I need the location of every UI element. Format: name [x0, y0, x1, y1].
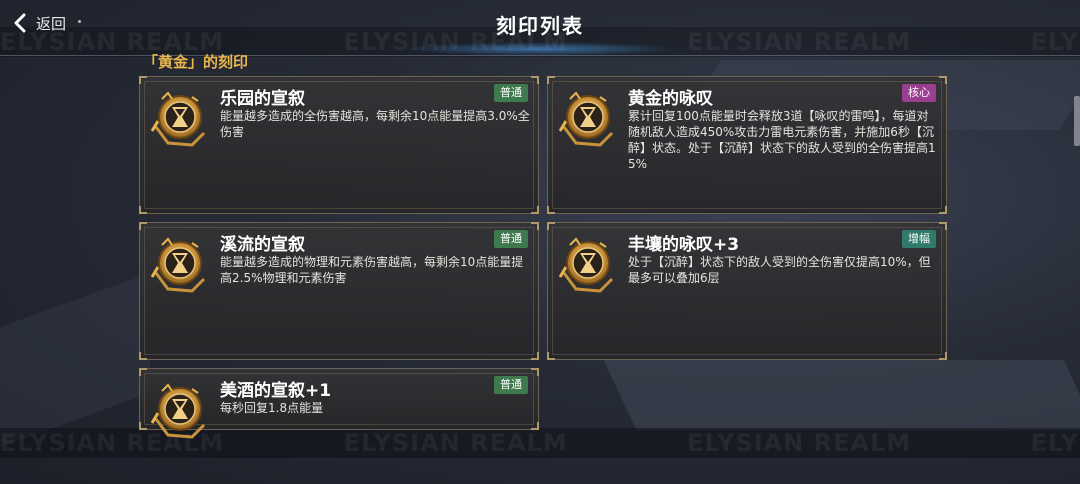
stigma-description: 每秒回复1.8点能量 — [220, 401, 324, 415]
stigma-card[interactable]: 乐园的宣叙 普通 能量越多造成的全伤害越高，每剩余10点能量提高3.0%全伤害 — [139, 76, 539, 214]
hourglass-cup-emblem-icon — [556, 233, 620, 297]
corner-ornament — [531, 76, 539, 84]
rarity-badge: 增幅 — [902, 230, 936, 248]
corner-ornament — [531, 368, 539, 376]
background-shape — [0, 272, 150, 448]
corner-ornament — [547, 76, 555, 84]
corner-ornament — [939, 222, 947, 230]
watermark-text: ELYSIAN REALM — [1030, 429, 1080, 457]
corner-ornament — [547, 206, 555, 214]
corner-ornament — [547, 352, 555, 360]
corner-ornament — [531, 206, 539, 214]
stigma-card[interactable]: 黄金的咏叹 核心 累计回复100点能量时会释放3道【咏叹的雷鸣】，每道对随机敌人… — [547, 76, 947, 214]
stigma-name: 美酒的宣叙+1 — [220, 381, 332, 401]
stigma-name: 乐园的宣叙 — [220, 89, 305, 109]
rarity-badge: 普通 — [494, 84, 528, 102]
corner-ornament — [139, 76, 147, 84]
background-shape — [603, 360, 1080, 430]
stigma-card[interactable]: 美酒的宣叙+1 普通 每秒回复1.8点能量 — [139, 368, 539, 439]
hourglass-cup-emblem-icon — [148, 233, 212, 297]
corner-ornament — [547, 222, 555, 230]
stigma-name: 丰壤的咏叹+3 — [628, 235, 740, 255]
rarity-badge: 核心 — [902, 84, 936, 102]
rarity-badge: 普通 — [494, 376, 528, 394]
corner-ornament — [939, 352, 947, 360]
stigma-description: 能量越多造成的物理和元素伤害越高，每剩余10点能量提高2.5%物理和元素伤害 — [220, 255, 524, 285]
stigma-name: 溪流的宣叙 — [220, 235, 305, 255]
stigma-card[interactable]: 溪流的宣叙 普通 能量越多造成的物理和元素伤害越高，每剩余10点能量提高2.5%… — [139, 222, 539, 360]
corner-ornament — [531, 352, 539, 360]
scrollbar-thumb[interactable] — [1074, 96, 1080, 146]
title-glow — [400, 42, 680, 56]
corner-ornament — [531, 422, 539, 430]
corner-ornament — [939, 206, 947, 214]
watermark-text: ELYSIAN REALM — [343, 429, 568, 457]
top-bar: 返回 刻印列表 — [0, 0, 1080, 56]
corner-ornament — [139, 352, 147, 360]
hourglass-cup-emblem-icon — [148, 87, 212, 151]
watermark-text: ELYSIAN REALM — [687, 429, 912, 457]
page-title: 刻印列表 — [496, 14, 584, 38]
corner-ornament — [139, 222, 147, 230]
corner-ornament — [139, 368, 147, 376]
corner-ornament — [531, 222, 539, 230]
hourglass-cup-emblem-icon — [148, 379, 212, 443]
stigma-card[interactable]: 丰壤的咏叹+3 增幅 处于【沉醉】状态下的敌人受到的全伤害仅提高10%，但最多可… — [547, 222, 947, 360]
stigma-description: 累计回复100点能量时会释放3道【咏叹的雷鸣】，每道对随机敌人造成450%攻击力… — [628, 109, 936, 171]
hourglass-cup-emblem-icon — [556, 87, 620, 151]
corner-ornament — [939, 76, 947, 84]
rarity-badge: 普通 — [494, 230, 528, 248]
section-label: 「黄金」的刻印 — [143, 53, 249, 71]
stigma-description: 处于【沉醉】状态下的敌人受到的全伤害仅提高10%，但最多可以叠加6层 — [628, 255, 931, 285]
corner-ornament — [139, 422, 147, 430]
corner-ornament — [139, 206, 147, 214]
stigma-name: 黄金的咏叹 — [628, 89, 713, 109]
stigma-description: 能量越多造成的全伤害越高，每剩余10点能量提高3.0%全伤害 — [220, 109, 530, 139]
